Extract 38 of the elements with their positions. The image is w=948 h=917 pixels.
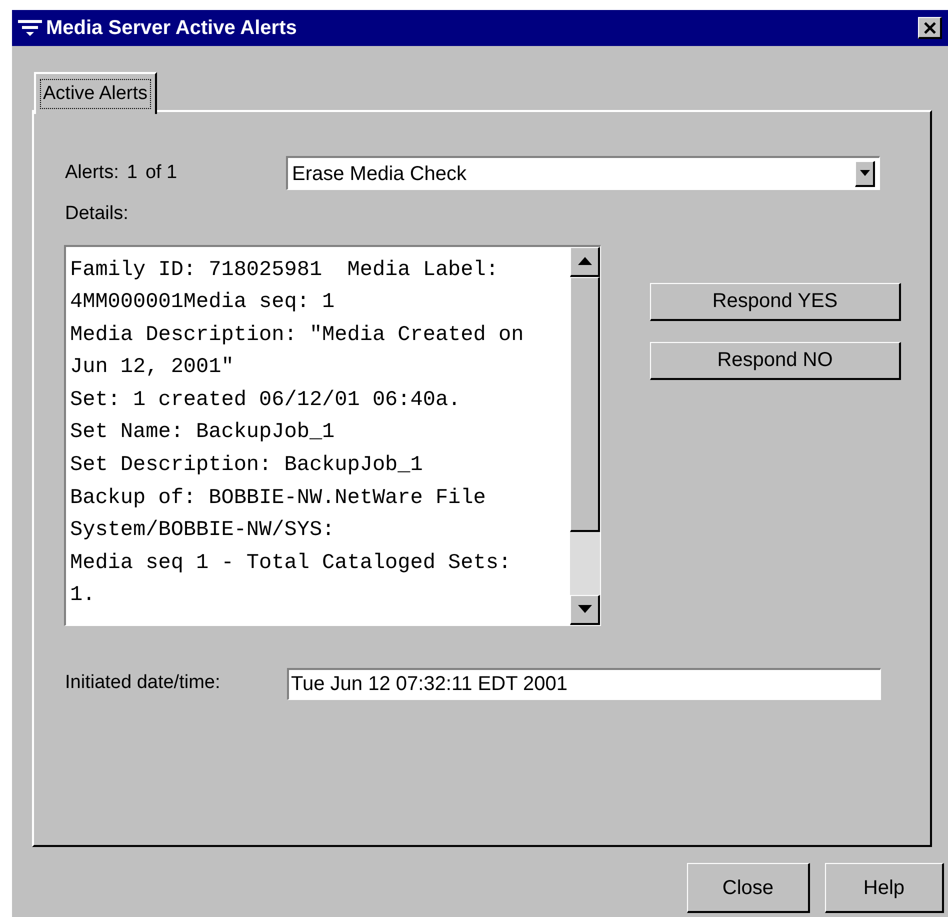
scroll-up-button[interactable]: [570, 246, 600, 276]
initiated-field[interactable]: Tue Jun 12 07:32:11 EDT 2001: [287, 668, 881, 700]
initiated-label: Initiated date/time:: [65, 671, 222, 696]
alerts-position: 1: [126, 160, 138, 185]
detail-line: 1.: [70, 583, 96, 610]
dialog-button[interactable]: Help: [825, 863, 944, 913]
alert-dropdown[interactable]: Erase Media Check: [286, 156, 880, 190]
details-label: Details:: [65, 202, 130, 226]
initiated-value: Tue Jun 12 07:32:11 EDT 2001: [290, 672, 568, 697]
up-arrow-icon: [578, 257, 592, 265]
detail-line: Media seq 1 - Total Cataloged Sets:: [70, 550, 512, 577]
close-icon: [924, 22, 936, 34]
detail-line: Set: 1 created 06/12/01 06:40a.: [70, 388, 462, 414]
detail-line: Media Description: "Media Created on: [70, 322, 525, 349]
tab[interactable]: Active Alerts: [34, 72, 157, 114]
detail-line: Set Name: BackupJob_1: [70, 420, 336, 446]
detail-line: Family ID: 718025981 Media Label:: [70, 258, 500, 284]
dialog-button[interactable]: Close: [687, 863, 810, 913]
window-title: Media Server Active Alerts: [46, 16, 297, 41]
scrollbar[interactable]: [570, 246, 600, 624]
scroll-down-button[interactable]: [570, 594, 600, 624]
detail-line: System/BOBBIE-NW/SYS:: [70, 518, 336, 544]
details-text-area[interactable]: [64, 244, 601, 626]
funnel-icon: [18, 19, 42, 37]
dropdown-button[interactable]: [855, 160, 875, 186]
detail-line: 4MM000001Media seq: 1: [70, 290, 336, 316]
respond-button[interactable]: Respond NO: [650, 342, 901, 380]
alerts-label: Alerts:: [65, 160, 119, 185]
alerts-total: of 1: [145, 160, 178, 185]
detail-line: Set Description: BackupJob_1: [70, 453, 424, 480]
caret-icon: [860, 170, 870, 176]
scroll-thumb[interactable]: [570, 276, 600, 532]
detail-line: Backup of: BOBBIE-NW.NetWare File: [70, 486, 487, 512]
respond-button[interactable]: Respond YES: [650, 282, 901, 320]
down-arrow-icon: [578, 605, 592, 613]
close-button[interactable]: [918, 17, 942, 39]
selected-alert-label: Erase Media Check: [291, 162, 468, 186]
detail-line: Jun 12, 2001": [70, 355, 235, 382]
